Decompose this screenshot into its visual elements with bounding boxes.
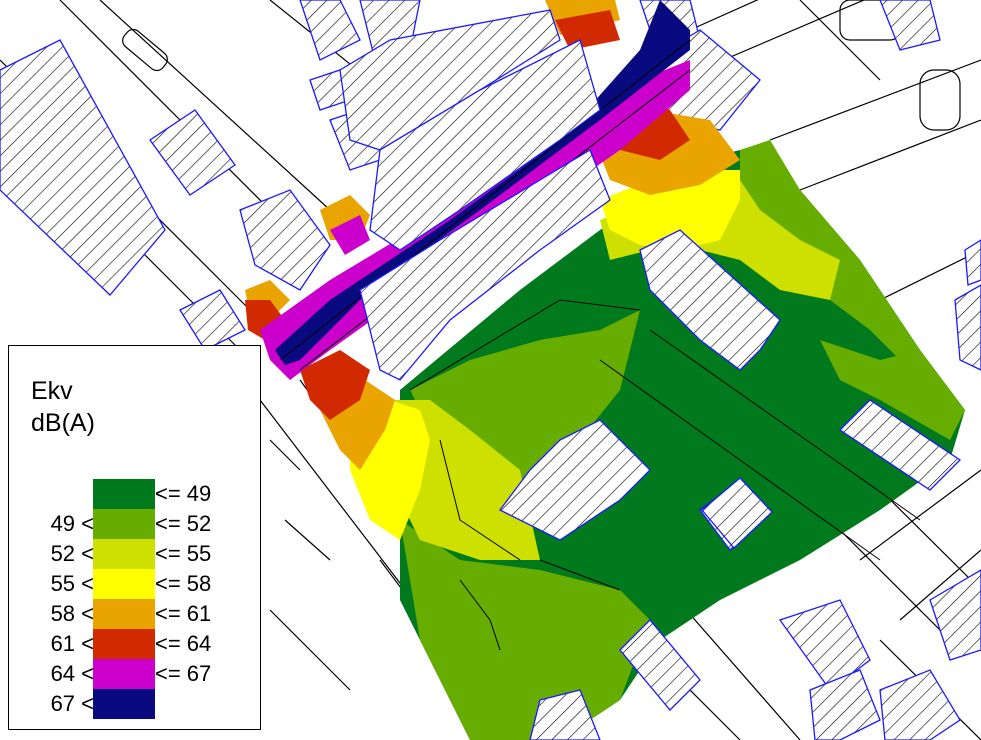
- legend-lower-label: 58 <: [50, 601, 94, 626]
- legend-swatch: [93, 539, 155, 569]
- legend-swatch: [93, 629, 155, 659]
- legend-box: Ekv dB(A) <= 49 49 < <= 52 52 < <= 55 55…: [8, 345, 261, 730]
- legend-upper-label: <= 58: [155, 571, 212, 596]
- legend-title: Ekv: [31, 377, 73, 405]
- legend-swatch: [93, 599, 155, 629]
- legend-unit: dB(A): [31, 409, 95, 437]
- legend-upper-label: <= 49: [155, 481, 212, 506]
- legend-lower-label: 64 <: [50, 661, 94, 686]
- legend-swatch: [93, 479, 155, 509]
- legend-swatch: [93, 509, 155, 539]
- legend-row: 67 <: [9, 689, 259, 719]
- legend-lower-label: 52 <: [50, 541, 94, 566]
- legend-swatch: [93, 569, 155, 599]
- legend-upper-label: <= 55: [155, 541, 212, 566]
- legend-upper-label: <= 67: [155, 661, 212, 686]
- legend-row: 49 < <= 52: [9, 509, 259, 539]
- legend-row: 61 < <= 64: [9, 629, 259, 659]
- legend-swatch: [93, 659, 155, 689]
- legend-row: 52 < <= 55: [9, 539, 259, 569]
- legend-row: 55 < <= 58: [9, 569, 259, 599]
- legend-lower-label: 67 <: [50, 691, 94, 716]
- legend-upper-label: <= 52: [155, 511, 212, 536]
- legend-row: 58 < <= 61: [9, 599, 259, 629]
- legend-swatch: [93, 689, 155, 719]
- legend-lower-label: 61 <: [50, 631, 94, 656]
- legend-row: <= 49: [9, 479, 259, 509]
- legend-row: 64 < <= 67: [9, 659, 259, 689]
- legend-lower-label: 49 <: [50, 511, 94, 536]
- legend-upper-label: <= 61: [155, 601, 212, 626]
- legend-lower-label: 55 <: [50, 571, 94, 596]
- legend-upper-label: <= 64: [155, 631, 212, 656]
